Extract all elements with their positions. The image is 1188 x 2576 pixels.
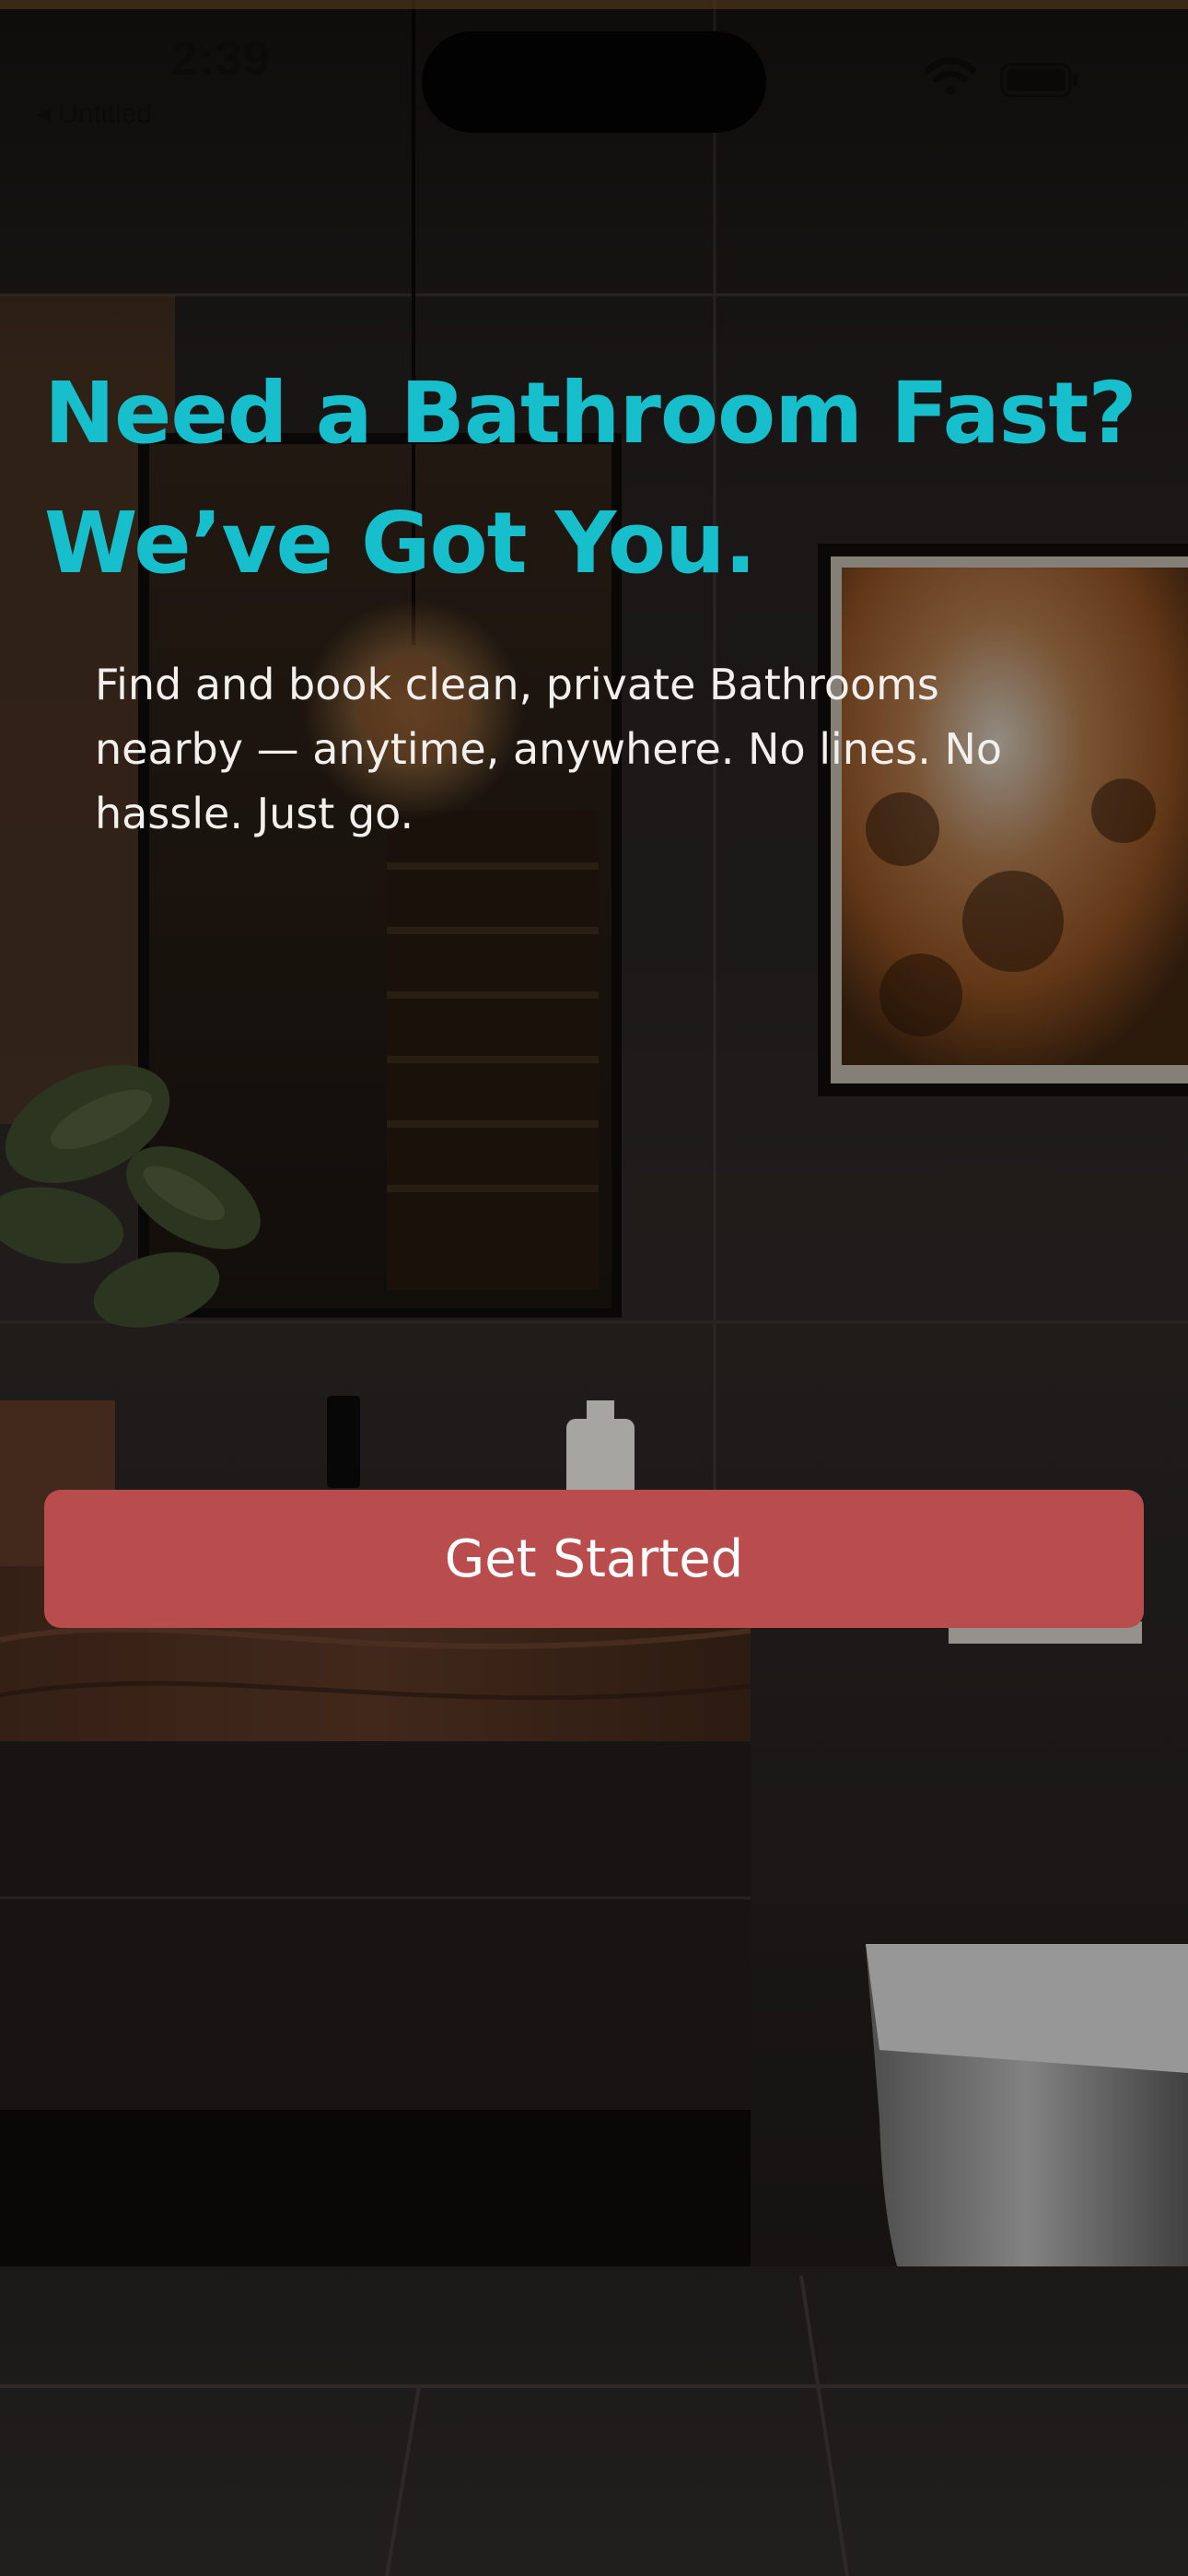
headline-line-1: Need a Bathroom Fast?	[44, 364, 1137, 463]
dynamic-island	[422, 31, 766, 133]
get-started-button[interactable]: Get Started	[44, 1490, 1144, 1628]
headline-line-2: We’ve Got You.	[44, 494, 757, 592]
back-to-app-link[interactable]: ◂ Untitled	[37, 98, 152, 130]
hero-subtitle: Find and book clean, private Bathrooms n…	[95, 660, 1003, 838]
battery-icon	[1000, 63, 1077, 98]
hero-headline: Need a Bathroom Fast? We’ve Got You.	[44, 348, 1168, 608]
status-bar: 2:39 ◂ Untitled	[0, 0, 1188, 138]
status-time: 2:39	[171, 32, 272, 86]
onboarding-screen: 2:39 ◂ Untitled Need a Bathroom Fast? We…	[0, 0, 1188, 2576]
wifi-icon	[925, 57, 976, 95]
